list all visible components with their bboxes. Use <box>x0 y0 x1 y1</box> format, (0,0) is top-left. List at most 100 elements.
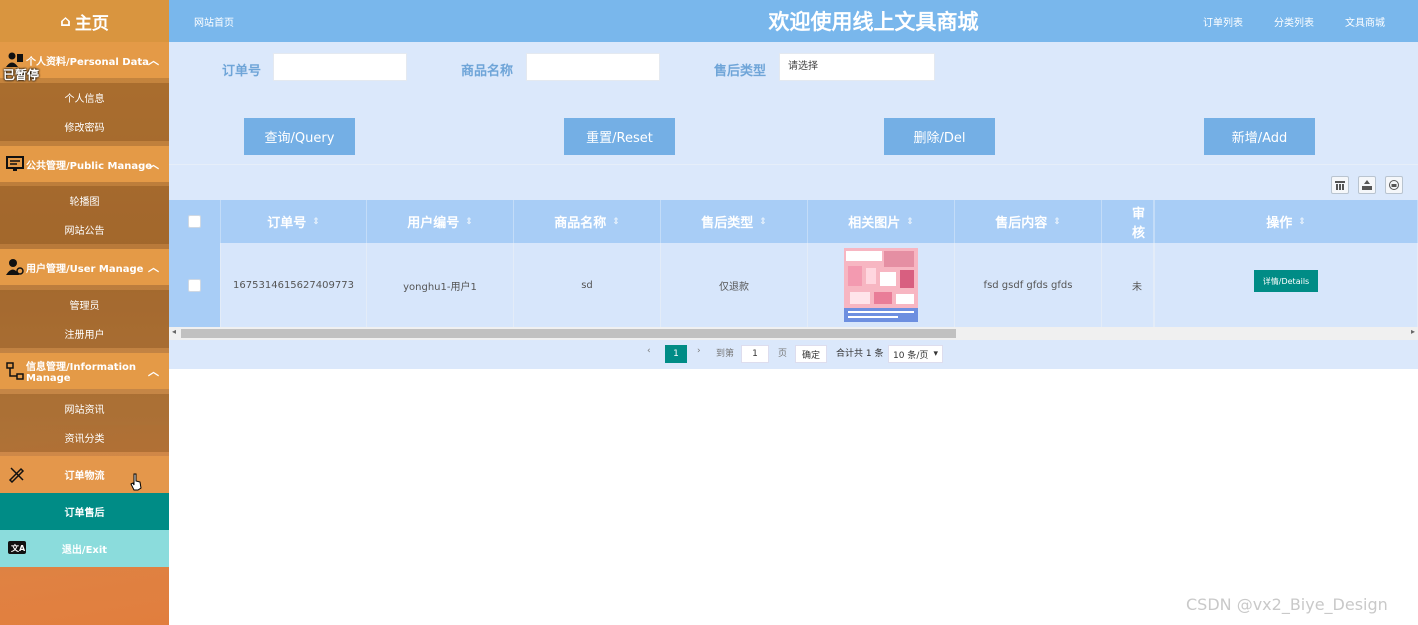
sort-icon: ⇕ <box>612 216 620 227</box>
next-page-icon[interactable]: › <box>697 346 701 356</box>
user-gear-icon <box>6 258 24 276</box>
monitor-icon <box>6 155 24 173</box>
reset-button[interactable]: 重置/Reset <box>564 118 675 155</box>
column-header[interactable]: 操作 ⇕ <box>1154 200 1418 243</box>
svg-text:文A: 文A <box>11 543 26 553</box>
chevron-up-icon: ︿ <box>148 365 159 378</box>
chevron-up-icon: ︿ <box>148 158 159 171</box>
sidebar-item-carousel[interactable]: 轮播图 <box>0 186 169 215</box>
nav-stationery-mall[interactable]: 文具商城 <box>1345 14 1385 29</box>
sidebar-item-label: 退出/Exit <box>61 545 108 556</box>
after-sales-type-select[interactable]: 请选择 <box>779 53 935 81</box>
data-table: 订单号 ⇕ 用户编号 ⇕ 商品名称 ⇕ 售后类型 ⇕ 相关图片 ⇕ 售后内容 ⇕ 审核 操作… <box>169 200 1418 327</box>
goto-label: 到第 <box>716 349 735 359</box>
sidebar-item-profile[interactable]: 个人信息 <box>0 83 169 112</box>
column-label: 售后类型 <box>701 216 754 231</box>
table-row[interactable]: 1675314615627409773 yonghu1-用户1 sd 仅退款 f… <box>169 243 1418 327</box>
sort-icon: ⇕ <box>312 216 320 227</box>
current-page[interactable]: 1 <box>665 345 687 363</box>
column-header[interactable]: 商品名称 ⇕ <box>514 200 661 243</box>
page-unit-label: 页 <box>778 349 788 359</box>
hand-cursor-icon <box>130 473 142 491</box>
export-icon[interactable] <box>1358 176 1376 194</box>
scroll-right-icon[interactable]: ▸ <box>1411 327 1415 336</box>
sidebar-item-news-category[interactable]: 资讯分类 <box>0 423 169 452</box>
pagination: ‹ 1 › 到第 1 页 确定 合计共 1 条 10 条/页 ▾ <box>169 340 1418 369</box>
goto-page-input[interactable]: 1 <box>741 345 769 363</box>
main-content: 订单号 商品名称 售后类型 请选择 查询/Query 重置/Reset 删除/D… <box>169 42 1418 625</box>
sidebar-item-exit[interactable]: 文A 退出/Exit <box>0 530 169 567</box>
sort-icon: ⇕ <box>906 216 914 227</box>
sidebar-item-registered-users[interactable]: 注册用户 <box>0 319 169 348</box>
cell-action: 详情/Details <box>1154 243 1418 327</box>
print-icon[interactable] <box>1385 176 1403 194</box>
column-label: 审核 <box>1132 206 1146 241</box>
cell-image <box>808 243 955 327</box>
product-name-input[interactable] <box>526 53 660 81</box>
sidebar-item-announcement[interactable]: 网站公告 <box>0 215 169 244</box>
column-label: 售后内容 <box>995 216 1048 231</box>
column-label: 相关图片 <box>848 216 901 231</box>
watermark: CSDN @vx2_Biye_Design <box>1186 595 1388 614</box>
table-header: 订单号 ⇕ 用户编号 ⇕ 商品名称 ⇕ 售后类型 ⇕ 相关图片 ⇕ 售后内容 ⇕ 审核 操作… <box>169 200 1418 243</box>
column-header[interactable]: 售后内容 ⇕ <box>955 200 1102 243</box>
product-image[interactable] <box>844 248 918 322</box>
sidebar-item-label: 订单售后 <box>64 508 105 519</box>
search-form: 订单号 商品名称 售后类型 请选择 查询/Query 重置/Reset 删除/D… <box>169 42 1418 164</box>
sidebar-item-order-logistics[interactable]: 订单物流 <box>0 456 169 493</box>
sidebar-group-user-manage[interactable]: 用户管理/User Manage ︿ <box>0 249 169 285</box>
sidebar-item-admin[interactable]: 管理员 <box>0 290 169 319</box>
column-header[interactable]: 订单号 ⇕ <box>221 200 367 243</box>
row-checkbox[interactable] <box>188 278 201 292</box>
cell-audit: 未 <box>1102 243 1154 327</box>
sort-icon: ⇕ <box>1053 216 1061 227</box>
scroll-left-icon[interactable]: ◂ <box>172 327 176 336</box>
column-header[interactable]: 用户编号 ⇕ <box>367 200 514 243</box>
order-no-input[interactable] <box>273 53 407 81</box>
sidebar-item-after-sales[interactable]: 订单售后 <box>0 493 169 530</box>
query-button[interactable]: 查询/Query <box>244 118 355 155</box>
goto-confirm-button[interactable]: 确定 <box>795 345 827 363</box>
horizontal-scrollbar[interactable]: ◂ ▸ <box>169 327 1418 340</box>
sort-icon: ⇕ <box>1298 216 1306 227</box>
cell-content: fsd gsdf gfds gfds <box>955 243 1102 327</box>
sidebar-group-label: 个人资料/Personal Data <box>26 56 149 68</box>
scrollbar-thumb[interactable] <box>181 329 956 338</box>
select-all-checkbox[interactable] <box>188 215 201 228</box>
sidebar-home[interactable]: ⌂ 主页 <box>0 0 169 42</box>
sidebar-group-label: 用户管理/User Manage <box>26 263 144 275</box>
chevron-up-icon: ︿ <box>148 261 159 274</box>
column-header[interactable]: 售后类型 ⇕ <box>661 200 808 243</box>
details-button[interactable]: 详情/Details <box>1254 270 1318 292</box>
sidebar-item-site-news[interactable]: 网站资讯 <box>0 394 169 423</box>
table-toolbar <box>169 164 1418 200</box>
sidebar-item-label: 订单物流 <box>64 471 105 482</box>
columns-icon[interactable] <box>1331 176 1349 194</box>
home-icon: ⌂ <box>60 12 71 30</box>
page-size-select[interactable]: 10 条/页 ▾ <box>888 345 943 363</box>
pencil-ruler-icon <box>8 465 26 484</box>
column-header[interactable]: 审核 <box>1102 200 1154 243</box>
sidebar-group-public-manage[interactable]: 公共管理/Public Manage ︿ <box>0 146 169 182</box>
cell-product: sd <box>514 243 661 327</box>
app-window: ⌂ 主页 个人资料/Personal Data ︿ 个人信息 修改密码 公共管理… <box>0 0 1418 625</box>
sort-icon: ⇕ <box>759 216 767 227</box>
cell-user: yonghu1-用户1 <box>367 243 514 327</box>
page-size-value: 10 条/页 <box>893 350 929 361</box>
sitemap-icon <box>6 362 24 380</box>
top-header: 网站首页 欢迎使用线上文具商城 订单列表 分类列表 文具商城 <box>169 0 1418 42</box>
sort-icon: ⇕ <box>465 216 473 227</box>
sidebar-group-information-manage[interactable]: 信息管理/Information Manage ︿ <box>0 353 169 389</box>
sidebar-item-change-password[interactable]: 修改密码 <box>0 112 169 141</box>
add-button[interactable]: 新增/Add <box>1204 118 1315 155</box>
product-name-label: 商品名称 <box>461 64 514 79</box>
nav-order-list[interactable]: 订单列表 <box>1203 14 1243 29</box>
prev-page-icon[interactable]: ‹ <box>647 346 651 356</box>
select-all-cell <box>169 200 221 243</box>
paused-overlay: 已暂停 <box>3 68 40 82</box>
cell-type: 仅退款 <box>661 243 808 327</box>
column-header[interactable]: 相关图片 ⇕ <box>808 200 955 243</box>
sidebar: ⌂ 主页 个人资料/Personal Data ︿ 个人信息 修改密码 公共管理… <box>0 0 169 625</box>
delete-button[interactable]: 删除/Del <box>884 118 995 155</box>
nav-category-list[interactable]: 分类列表 <box>1274 14 1314 29</box>
